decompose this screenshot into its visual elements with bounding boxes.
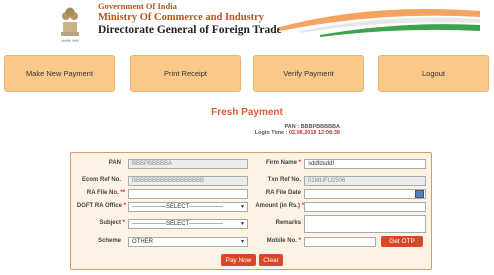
mobile-no-label: Mobile No. *: [266, 238, 301, 244]
remarks-label: Remarks: [275, 220, 301, 226]
chevron-down-icon: ▼: [240, 204, 245, 210]
firm-name-label: Firm Name *: [265, 160, 301, 166]
ra-file-no-label: RA File No. **: [86, 190, 125, 196]
login-time-value: 02.08.2018 12:08:38: [288, 130, 340, 136]
verify-payment-button[interactable]: Verify Payment: [253, 55, 364, 92]
chevron-down-icon: ▼: [240, 221, 245, 227]
txn-ref-label: Txn Ref No.: [267, 177, 301, 183]
amount-label: Amount (in Rs.) *: [255, 203, 304, 209]
mobile-no-field[interactable]: [304, 237, 376, 247]
subject-label: Subject *: [99, 220, 125, 226]
organization-name: Government Of India Ministry Of Commerce…: [98, 1, 282, 37]
national-emblem-icon: सत्यमेव जयते: [61, 7, 80, 43]
firm-name-field[interactable]: sddfdsddf: [304, 159, 426, 169]
pan-field[interactable]: BBBPBBBBBA: [128, 159, 248, 169]
pan-label: PAN: [108, 160, 121, 166]
site-header: सत्यमेव जयते Government Of India Ministr…: [0, 0, 494, 46]
org-line-government: Government Of India: [98, 1, 177, 11]
get-otp-button[interactable]: Get OTP: [381, 236, 423, 247]
ra-file-date-label: RA File Date: [265, 190, 301, 196]
amount-field[interactable]: [304, 202, 426, 212]
org-line-dgft: Directorate General of Foreign Trade: [98, 23, 282, 36]
scheme-select[interactable]: OTHER ▼: [128, 237, 248, 247]
pay-now-button[interactable]: Pay Now: [221, 254, 256, 266]
subject-select[interactable]: -----------------SELECT-----------------…: [128, 219, 248, 229]
page-title: Fresh Payment: [211, 107, 283, 118]
main-navigation: Make New Payment Print Receipt Verify Pa…: [0, 55, 494, 93]
dgft-ra-office-select[interactable]: -----------------SELECT-----------------…: [128, 202, 248, 212]
make-new-payment-button[interactable]: Make New Payment: [4, 55, 115, 92]
txn-ref-field[interactable]: 01MUFU2506: [304, 176, 426, 186]
print-receipt-button[interactable]: Print Receipt: [130, 55, 241, 92]
dgft-ra-office-label: DGFT RA Office *: [76, 203, 126, 209]
clear-button[interactable]: Clear: [259, 254, 283, 266]
ecom-ref-field[interactable]: BBBBBBBBBBBBBBBBBB: [128, 176, 248, 186]
logout-button[interactable]: Logout: [378, 55, 489, 92]
login-time-label: Login Time :: [254, 130, 289, 136]
calendar-icon[interactable]: [415, 190, 424, 198]
tricolor-swoosh-graphic: [280, 9, 480, 37]
ra-file-no-field[interactable]: [128, 189, 248, 199]
ra-file-date-field[interactable]: [304, 189, 426, 199]
org-line-ministry: Ministry Of Commerce and Industry: [98, 11, 265, 23]
remarks-textarea[interactable]: [304, 215, 426, 233]
chevron-down-icon: ▼: [240, 239, 245, 245]
scheme-label: Scheme: [97, 238, 121, 244]
login-time-info: Login Time : 02.08.2018 12:08:38: [220, 130, 340, 136]
svg-text:सत्यमेव जयते: सत्यमेव जयते: [61, 38, 79, 43]
payment-form: PAN BBBPBBBBBA Firm Name * sddfdsddf Eco…: [70, 152, 432, 270]
ecom-ref-label: Ecom Ref No.: [81, 177, 121, 183]
